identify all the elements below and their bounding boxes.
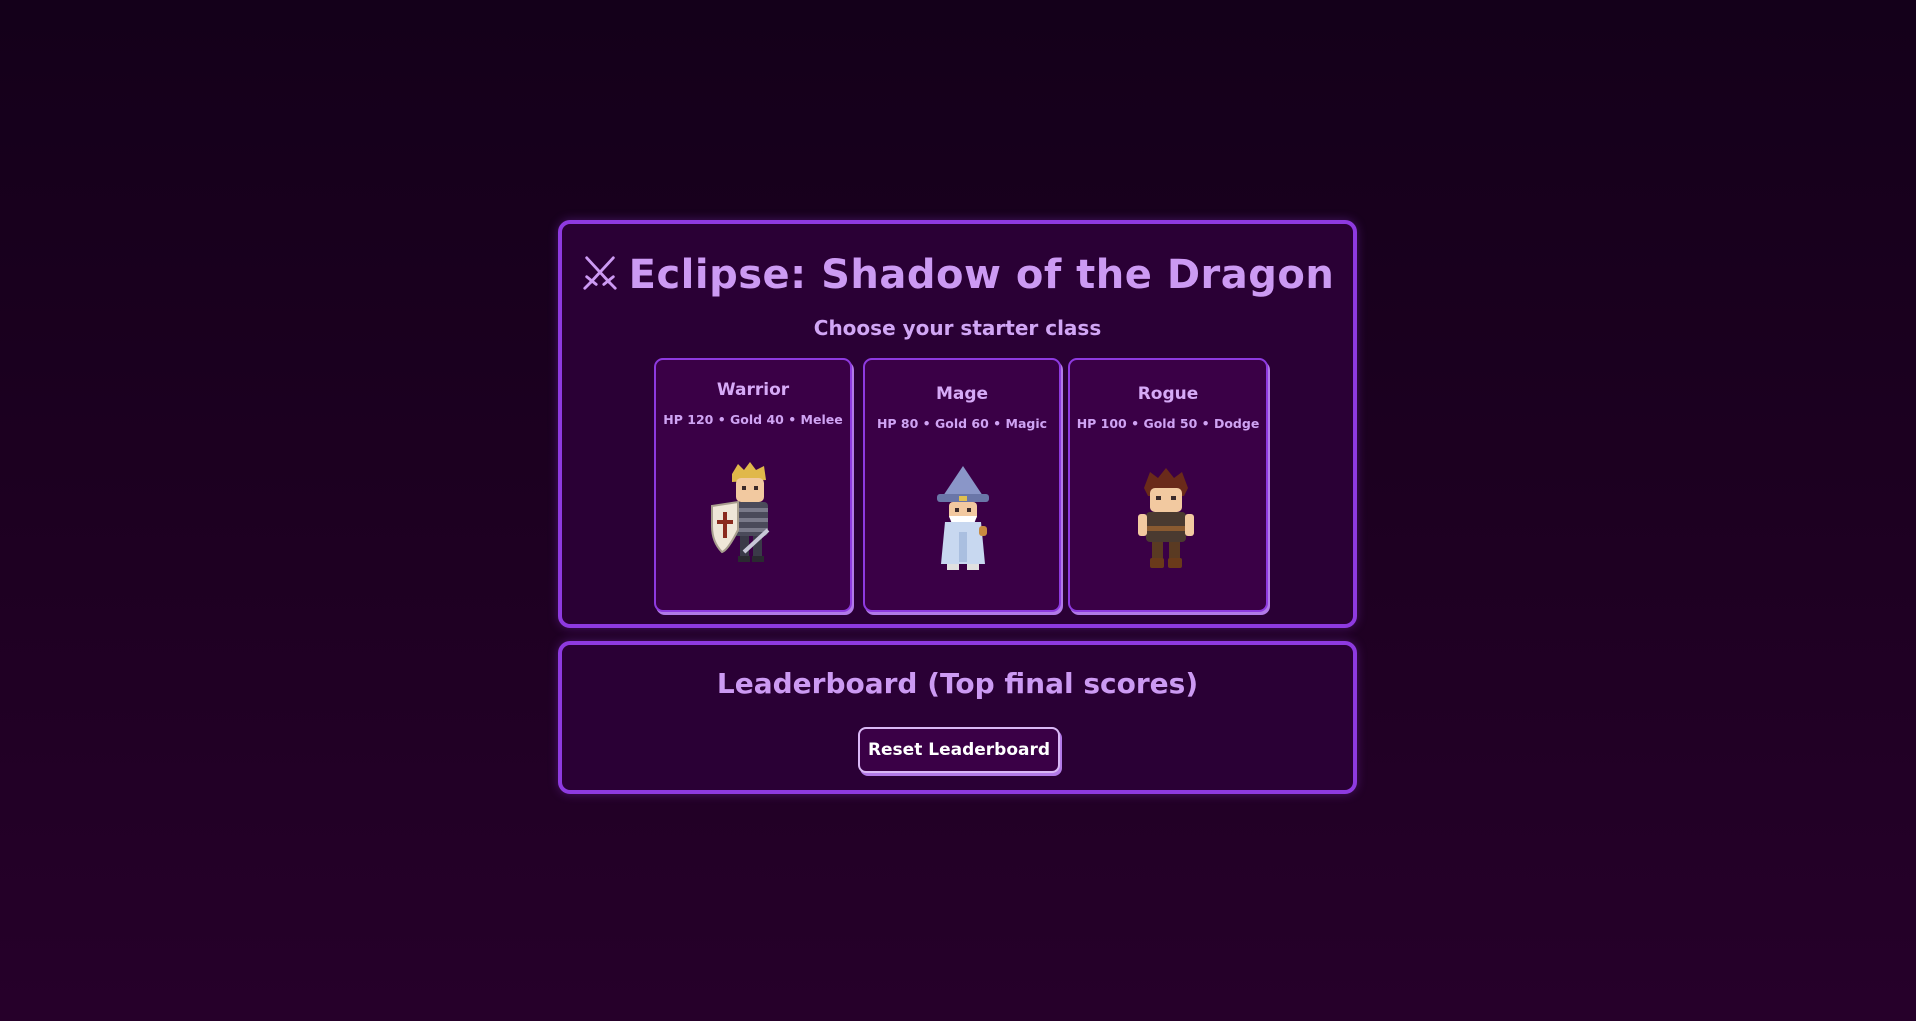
class-stats: HP 100 • Gold 50 • Dodge [1076, 416, 1260, 431]
game-title: Eclipse: Shadow of the Dragon [562, 252, 1353, 298]
class-name: Rogue [1137, 384, 1199, 404]
leaderboard-title: Leaderboard (Top final scores) [716, 667, 1199, 700]
leaderboard-panel: Leaderboard (Top final scores) Reset Lea… [558, 641, 1357, 794]
class-name: Warrior [716, 380, 790, 400]
class-card-warrior[interactable]: Warrior HP 120 • Gold 40 • Melee [654, 358, 852, 612]
game-title-text: Eclipse: Shadow of the Dragon [628, 252, 1335, 298]
class-name: Mage [935, 384, 989, 404]
mage-sprite-icon [937, 466, 989, 570]
crossed-swords-icon [583, 256, 617, 290]
warrior-sprite-icon [711, 462, 770, 562]
rogue-sprite-icon [1138, 468, 1194, 568]
class-card-mage[interactable]: Mage HP 80 • Gold 60 • Magic [863, 358, 1061, 612]
class-stats: HP 120 • Gold 40 • Melee [663, 412, 843, 427]
class-select-panel: Eclipse: Shadow of the Dragon Choose you… [558, 220, 1357, 628]
reset-leaderboard-button[interactable]: Reset Leaderboard [858, 727, 1060, 773]
class-card-rogue[interactable]: Rogue HP 100 • Gold 50 • Dodge [1068, 358, 1268, 612]
class-stats: HP 80 • Gold 60 • Magic [876, 416, 1048, 431]
class-select-subtitle: Choose your starter class [813, 316, 1102, 340]
